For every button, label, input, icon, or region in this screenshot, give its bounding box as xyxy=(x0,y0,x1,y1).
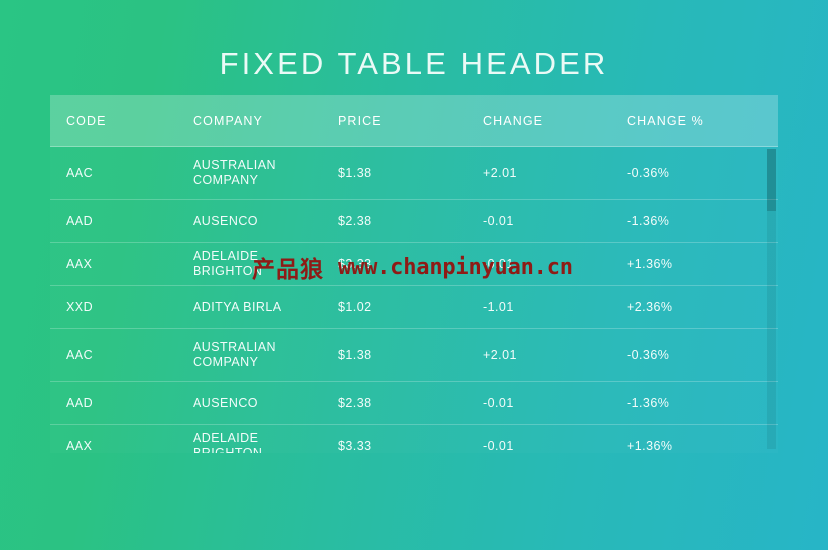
cell-change: +2.01 xyxy=(483,165,517,180)
cell-change: -0.01 xyxy=(483,256,514,271)
cell-code: AAX xyxy=(66,256,93,271)
column-header-price[interactable]: PRICE xyxy=(338,114,483,129)
cell-price: $1.38 xyxy=(338,347,372,362)
cell-company: ADITYA BIRLA xyxy=(193,299,282,314)
cell-price: $3.33 xyxy=(338,256,372,271)
fixed-header-table: CODE COMPANY PRICE CHANGE CHANGE % AAC A… xyxy=(50,95,778,453)
cell-change-percent: +1.36% xyxy=(627,438,673,453)
cell-company: AUSTRALIAN COMPANY xyxy=(193,158,276,187)
cell-change-percent: -1.36% xyxy=(627,213,670,228)
cell-change-percent: -0.36% xyxy=(627,165,670,180)
column-header-code[interactable]: CODE xyxy=(50,114,193,129)
cell-change-percent: -0.36% xyxy=(627,347,670,362)
cell-company: AUSENCO xyxy=(193,395,258,410)
cell-change: -0.01 xyxy=(483,438,514,453)
cell-price: $2.38 xyxy=(338,395,372,410)
page-title: FIXED TABLE HEADER xyxy=(219,46,609,81)
column-header-company[interactable]: COMPANY xyxy=(193,114,338,129)
table-row[interactable]: AAX ADELAIDE BRIGHTON $3.33 -0.01 +1.36% xyxy=(50,243,778,286)
cell-change: +2.01 xyxy=(483,347,517,362)
table-row[interactable]: AAC AUSTRALIAN COMPANY $1.38 +2.01 -0.36… xyxy=(50,329,778,382)
cell-change: -0.01 xyxy=(483,213,514,228)
cell-change: -1.01 xyxy=(483,299,514,314)
table-scrollbar-track[interactable] xyxy=(767,149,776,449)
cell-company: ADELAIDE BRIGHTON xyxy=(193,249,263,278)
table-row[interactable]: XXD ADITYA BIRLA $1.02 -1.01 +2.36% xyxy=(50,286,778,329)
table-row[interactable]: AAC AUSTRALIAN COMPANY $1.38 +2.01 -0.36… xyxy=(50,147,778,200)
cell-company: ADELAIDE BRIGHTON xyxy=(193,431,263,453)
cell-code: AAD xyxy=(66,395,94,410)
table-scrollbar-thumb[interactable] xyxy=(767,149,776,211)
cell-code: AAX xyxy=(66,438,93,453)
table-body-scroll-area[interactable]: AAC AUSTRALIAN COMPANY $1.38 +2.01 -0.36… xyxy=(50,147,778,453)
cell-change: -0.01 xyxy=(483,395,514,410)
cell-change-percent: +2.36% xyxy=(627,299,673,314)
table-header-row: CODE COMPANY PRICE CHANGE CHANGE % xyxy=(50,95,778,147)
table-row[interactable]: AAD AUSENCO $2.38 -0.01 -1.36% xyxy=(50,382,778,425)
cell-code: AAC xyxy=(66,165,94,180)
cell-code: AAD xyxy=(66,213,94,228)
table-row[interactable]: AAD AUSENCO $2.38 -0.01 -1.36% xyxy=(50,200,778,243)
cell-code: XXD xyxy=(66,299,94,314)
cell-company: AUSTRALIAN COMPANY xyxy=(193,340,276,369)
cell-price: $3.33 xyxy=(338,438,372,453)
table-row[interactable]: AAX ADELAIDE BRIGHTON $3.33 -0.01 +1.36% xyxy=(50,425,778,453)
cell-price: $2.38 xyxy=(338,213,372,228)
page-root: FIXED TABLE HEADER CODE COMPANY PRICE CH… xyxy=(0,0,828,550)
cell-price: $1.38 xyxy=(338,165,372,180)
column-header-change[interactable]: CHANGE xyxy=(483,114,627,129)
column-header-change-percent[interactable]: CHANGE % xyxy=(627,114,762,129)
cell-change-percent: +1.36% xyxy=(627,256,673,271)
cell-company: AUSENCO xyxy=(193,213,258,228)
cell-code: AAC xyxy=(66,347,94,362)
cell-price: $1.02 xyxy=(338,299,372,314)
cell-change-percent: -1.36% xyxy=(627,395,670,410)
